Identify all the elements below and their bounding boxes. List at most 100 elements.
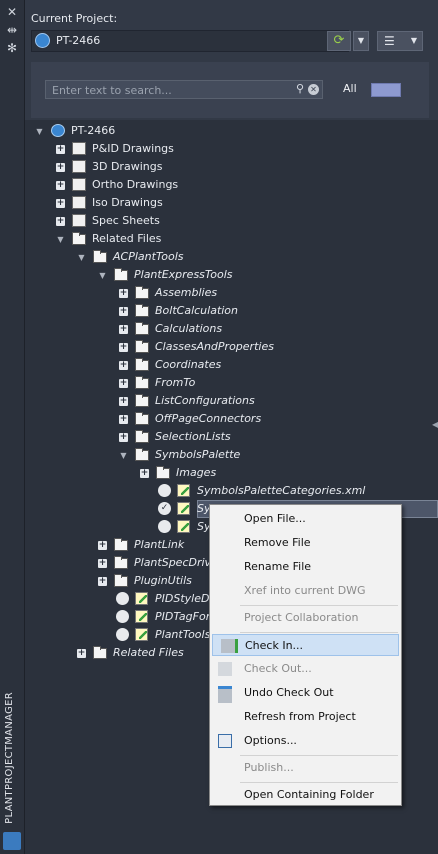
expand-icon[interactable]: + (119, 361, 128, 370)
tree-item[interactable]: + ClassesAndProperties (25, 338, 438, 356)
tree-item-label: BoltCalculation (155, 304, 239, 317)
menu-item-undo-check-out[interactable]: Undo Check Out (210, 682, 401, 704)
tree-item[interactable]: ▼ ACPlantTools (25, 248, 438, 266)
tree-item[interactable]: + Spec Sheets (25, 212, 438, 230)
collapse-icon[interactable]: ▼ (56, 235, 65, 244)
tree-item-label: Ortho Drawings (92, 178, 179, 191)
clear-icon[interactable]: ✕ (308, 84, 319, 95)
refresh-dropdown-button[interactable]: ▼ (353, 31, 369, 51)
tree-item[interactable]: + Ortho Drawings (25, 176, 438, 194)
tree-item-label: PlantLink (134, 538, 185, 551)
tree-item[interactable]: ▼ SymbolsPalette (25, 446, 438, 464)
expand-icon[interactable]: + (98, 577, 107, 586)
folder-icon (93, 250, 107, 263)
folder-icon (135, 412, 149, 425)
folder-icon (135, 322, 149, 335)
menu-item-label: Check In... (245, 639, 304, 652)
tree-item[interactable]: + Assemblies (25, 284, 438, 302)
search-icon[interactable]: ⚲ (296, 82, 304, 95)
tree-item[interactable]: ▼ PT-2466 (25, 122, 438, 140)
tree-item[interactable]: + OffPageConnectors (25, 410, 438, 428)
tree-item-label: Spec Sheets (92, 214, 160, 227)
expand-icon[interactable]: + (56, 217, 65, 226)
tree-item[interactable]: ▼ PlantExpressTools (25, 266, 438, 284)
expand-icon[interactable]: + (119, 289, 128, 298)
menu-separator (240, 755, 398, 756)
folder-icon (72, 232, 86, 245)
menu-item-open-file[interactable]: Open File... (210, 508, 401, 530)
search-input[interactable] (50, 82, 294, 99)
tree-item-label: 3D Drawings (92, 160, 163, 173)
expand-icon[interactable]: + (140, 469, 149, 478)
collapse-icon[interactable]: ▼ (77, 253, 86, 262)
expand-icon[interactable]: + (56, 145, 65, 154)
menu-item-xref-into-current-dwg[interactable]: Xref into current DWG (210, 580, 401, 602)
menu-item-check-out[interactable]: Check Out... (210, 658, 401, 680)
chevron-down-icon: ▼ (410, 36, 417, 45)
menu-item-remove-file[interactable]: Remove File (210, 532, 401, 554)
tree-item[interactable]: +3D Drawings (25, 158, 438, 176)
expand-icon[interactable]: + (119, 415, 128, 424)
expand-icon[interactable]: + (119, 397, 128, 406)
menu-item-label: Project Collaboration (244, 611, 359, 624)
tree-item-label: OffPageConnectors (155, 412, 262, 425)
tree-item-label: Iso Drawings (92, 196, 163, 209)
expand-icon[interactable]: + (119, 433, 128, 442)
collapse-icon[interactable]: ▼ (98, 271, 107, 280)
tree-item-label: PT-2466 (71, 124, 116, 137)
tree-item[interactable]: + SelectionLists (25, 428, 438, 446)
file-status-icon (158, 520, 171, 533)
tree-item[interactable]: ▼ Related Files (25, 230, 438, 248)
expand-icon[interactable]: + (119, 379, 128, 388)
menu-item-project-collaboration[interactable]: Project Collaboration (210, 607, 401, 629)
folder-icon (135, 376, 149, 389)
tree-item-label: ListConfigurations (155, 394, 255, 407)
auto-hide-icon[interactable]: ⇹ (5, 23, 19, 37)
expand-icon[interactable]: + (98, 541, 107, 550)
menu-item-label: Remove File (244, 536, 311, 549)
filter-all-label: All (343, 82, 357, 95)
tree-item[interactable]: + Iso Drawings (25, 194, 438, 212)
menu-item-check-in[interactable]: Check In... (212, 634, 399, 656)
tree-item-label: P&ID Drawings (92, 142, 174, 155)
menu-item-options[interactable]: Options... (210, 730, 401, 752)
expand-icon[interactable]: + (119, 325, 128, 334)
menu-item-rename-file[interactable]: Rename File (210, 556, 401, 578)
current-project-label: Current Project: (31, 12, 118, 25)
expand-icon[interactable]: + (77, 649, 86, 658)
tree-item[interactable]: + FromTo (25, 374, 438, 392)
tree-item[interactable]: + Calculations (25, 320, 438, 338)
expand-icon[interactable]: + (56, 163, 65, 172)
tree-item[interactable]: + ListConfigurations (25, 392, 438, 410)
collapse-icon[interactable]: ▼ (119, 451, 128, 460)
close-icon[interactable]: ✕ (5, 5, 19, 19)
project-select[interactable]: PT-2466 ▼ (31, 30, 349, 52)
expand-icon[interactable]: + (119, 307, 128, 316)
expand-icon[interactable]: + (56, 199, 65, 208)
pid-drawing-icon (72, 142, 86, 155)
folder-icon (135, 448, 149, 461)
tree-item[interactable]: SymbolsPaletteCategories.xml (25, 482, 438, 500)
view-menu-button[interactable]: ☰ ▼ (377, 31, 423, 51)
tree-item[interactable]: + BoltCalculation (25, 302, 438, 320)
refresh-button[interactable]: ⟳ (327, 31, 351, 51)
tree-item-label: ACPlantTools (113, 250, 184, 263)
expand-icon[interactable]: + (119, 343, 128, 352)
project-icon (51, 124, 65, 137)
tree-item[interactable]: + P&ID Drawings (25, 140, 438, 158)
filter-toggle[interactable] (371, 83, 401, 97)
checked-out-status-icon: ✓ (158, 502, 171, 515)
collapse-icon[interactable]: ▼ (35, 127, 44, 136)
settings-icon[interactable]: ✻ (5, 41, 19, 55)
project-icon (35, 33, 50, 48)
collapse-arrow-icon[interactable]: ◀ (432, 420, 438, 430)
tree-item[interactable]: + Images (25, 464, 438, 482)
expand-icon[interactable]: + (98, 559, 107, 568)
menu-item-publish[interactable]: Publish... (210, 757, 401, 779)
menu-item-open-containing-folder[interactable]: Open Containing Folder (210, 784, 401, 806)
expand-icon[interactable]: + (56, 181, 65, 190)
xml-file-icon (177, 520, 190, 533)
file-status-icon (116, 628, 129, 641)
menu-item-refresh-from-project[interactable]: Refresh from Project (210, 706, 401, 728)
tree-item[interactable]: + Coordinates (25, 356, 438, 374)
